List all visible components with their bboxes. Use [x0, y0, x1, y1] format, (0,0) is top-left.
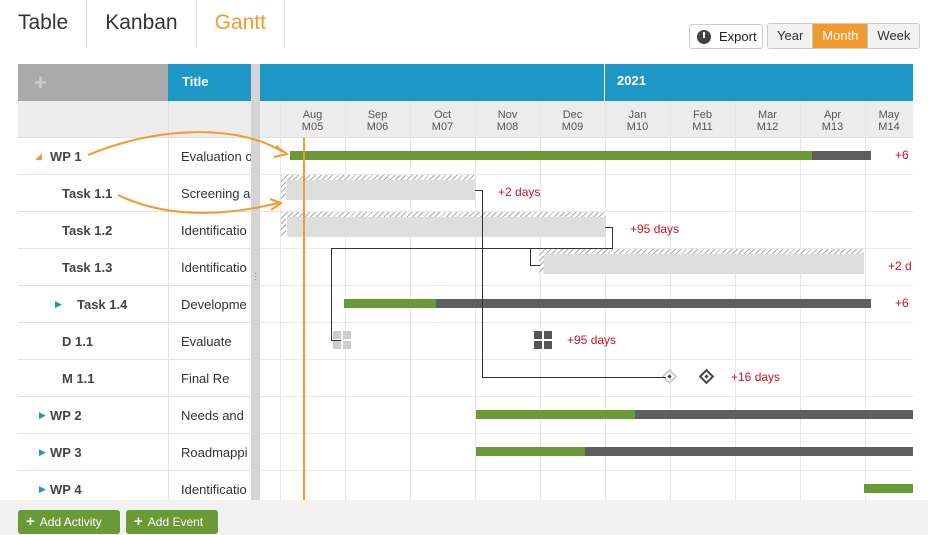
plus-icon: +	[134, 513, 143, 530]
add-activity-button[interactable]: + Add Activity	[18, 510, 120, 534]
add-event-button[interactable]: + Add Event	[126, 510, 218, 534]
plus-icon: +	[26, 513, 35, 530]
annotation-arrows	[87, 131, 290, 214]
add-activity-label: Add Activity	[39, 515, 102, 529]
add-event-label: Add Event	[147, 515, 204, 529]
